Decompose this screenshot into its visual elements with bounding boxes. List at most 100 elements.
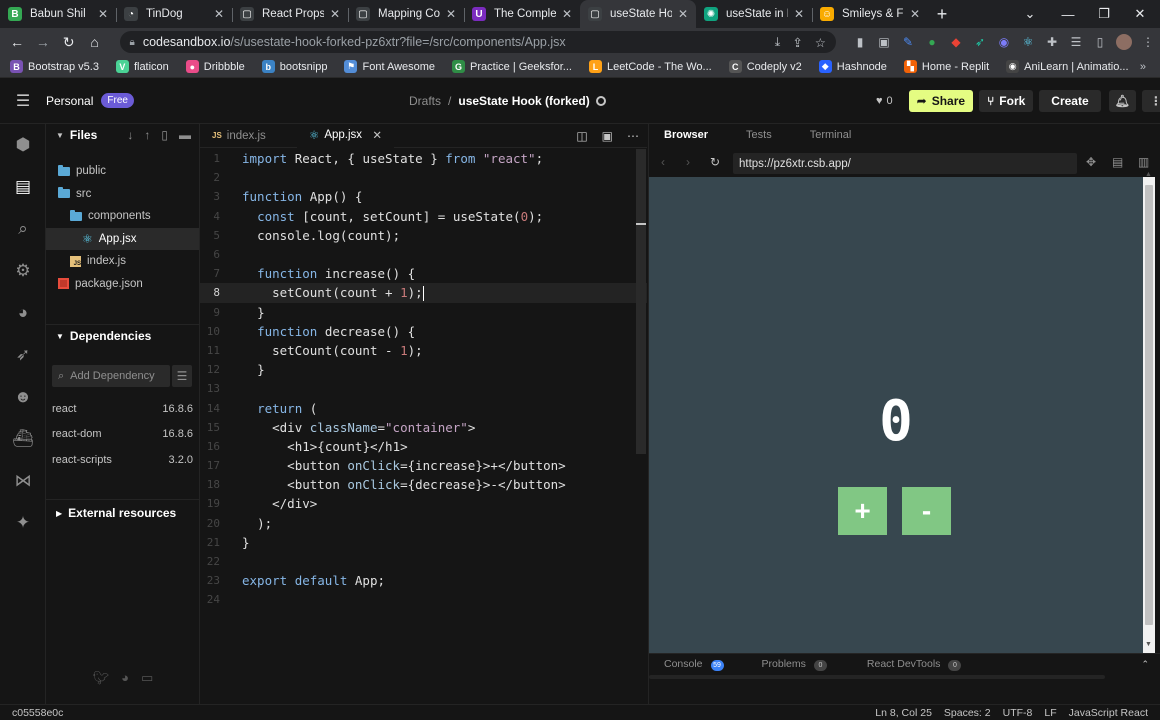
hamburger-icon[interactable]: ☰ xyxy=(0,91,46,111)
new-file-icon[interactable]: ▯ xyxy=(161,128,168,142)
preview-reload-icon[interactable]: ↻ xyxy=(710,155,720,169)
extension-icon[interactable]: ● xyxy=(920,30,944,54)
search-icon[interactable]: ⌕ xyxy=(0,208,46,250)
bookmark-item[interactable]: ▚ Home - Replit xyxy=(903,60,989,73)
maximize-icon[interactable]: ❐ xyxy=(1086,0,1122,28)
close-icon[interactable]: ✕ xyxy=(98,7,108,21)
split-editor-icon[interactable]: ◫ xyxy=(576,129,587,143)
bookmark-item[interactable]: B Bootstrap v5.3 xyxy=(10,60,99,73)
indentation[interactable]: Spaces: 2 xyxy=(944,707,991,719)
close-icon[interactable]: ✕ xyxy=(446,7,456,21)
workspace-name[interactable]: Personal xyxy=(46,94,93,108)
open-new-window-icon[interactable]: ▤ xyxy=(1112,155,1123,169)
close-icon[interactable]: ✕ xyxy=(330,7,340,21)
close-icon[interactable]: ✕ xyxy=(678,7,688,21)
forward-icon[interactable]: → xyxy=(30,29,56,55)
dependencies-header[interactable]: ▼ Dependencies xyxy=(46,325,200,347)
scroll-up-icon[interactable]: ▲ xyxy=(1145,171,1152,178)
scroll-down-icon[interactable]: ▼ xyxy=(1145,641,1152,648)
code-line[interactable]: 12 } xyxy=(200,360,647,379)
create-button[interactable]: Create xyxy=(1039,90,1101,112)
browser-tab[interactable]: ☺ Smileys & F ✕ xyxy=(812,0,928,28)
home-icon[interactable]: ⌂ xyxy=(82,29,108,55)
files-icon[interactable]: ▤ xyxy=(0,166,46,208)
code-line[interactable]: 20 ); xyxy=(200,514,647,533)
line-ending[interactable]: LF xyxy=(1044,707,1056,719)
reading-list-icon[interactable]: ☰ xyxy=(1064,30,1088,54)
cube-icon[interactable]: ⬢ xyxy=(0,124,46,166)
decrease-button[interactable]: - xyxy=(902,487,951,535)
code-line[interactable]: 2 xyxy=(200,168,647,187)
twitter-icon[interactable]: 🐦︎ xyxy=(93,670,110,686)
avatar[interactable] xyxy=(1112,30,1136,54)
code-lines[interactable]: 1 import React, { useState } from "react"… xyxy=(200,149,647,610)
bookmark-item[interactable]: L LeetCode - The Wo... xyxy=(588,60,712,73)
language-mode[interactable]: JavaScript React xyxy=(1069,707,1148,719)
console-tab[interactable]: Console 59 xyxy=(664,658,724,671)
bookmark-item[interactable]: b bootsnipp xyxy=(261,60,327,73)
file-item[interactable]: package.json xyxy=(46,273,199,296)
download-icon[interactable]: ↓ xyxy=(127,128,133,142)
code-line[interactable]: 15 <div className="container"> xyxy=(200,418,647,437)
extension-icon[interactable]: ➶ xyxy=(968,30,992,54)
fork-button[interactable]: ⑂ Fork xyxy=(979,90,1034,112)
browser-tab[interactable]: ◔ TinDog ✕ xyxy=(116,0,232,28)
code-line[interactable]: 21} xyxy=(200,533,647,552)
code-line[interactable]: 3 function App() { xyxy=(200,187,647,206)
menu-dots-icon[interactable]: ⋮ xyxy=(1136,30,1160,54)
extension-icon[interactable]: ✎ xyxy=(896,30,920,54)
folder-item[interactable]: components xyxy=(46,205,199,228)
tab-browser[interactable]: Browser xyxy=(664,129,708,141)
tab-search-icon[interactable]: ⌄ xyxy=(1012,0,1048,28)
github-icon[interactable]: ◕ xyxy=(121,670,129,686)
browser-tab[interactable]: U The Complete ✕ xyxy=(464,0,580,28)
commit-hash[interactable]: c05558e0c xyxy=(12,707,63,719)
add-dependency-input[interactable]: ⌕ Add Dependency xyxy=(52,365,170,387)
browser-tab[interactable]: ▢ useState Hook ✕ xyxy=(580,0,696,28)
problems-tab[interactable]: Problems 0 xyxy=(762,658,827,671)
browser-tab[interactable]: B Babun Shil ✕ xyxy=(0,0,116,28)
tab-tests[interactable]: Tests xyxy=(746,129,772,141)
sandbox-title[interactable]: useState Hook (forked) xyxy=(458,94,589,108)
code-line[interactable]: 11 setCount(count - 1); xyxy=(200,341,647,360)
code-line[interactable]: 9 } xyxy=(200,303,647,322)
upload-icon[interactable]: ↑ xyxy=(144,128,150,142)
preview-toggle-icon[interactable]: ▣ xyxy=(602,129,613,143)
code-line[interactable]: 17 <button onClick={increase}>+</button> xyxy=(200,456,647,475)
sparkle-icon[interactable]: ✦ xyxy=(0,502,46,544)
preview-url-input[interactable]: https://pz6xtr.csb.app/ xyxy=(733,153,1077,174)
close-window-icon[interactable]: ✕ xyxy=(1122,0,1158,28)
files-header[interactable]: ▼ Files ↓ ↑ ▯ ▬ xyxy=(46,124,199,146)
browser-tab[interactable]: ▢ React Props Pra ✕ xyxy=(232,0,348,28)
layout-icon[interactable]: ▥ xyxy=(1138,155,1149,169)
list-icon[interactable]: ☰ xyxy=(172,365,192,387)
code-line[interactable]: 7 function increase() { xyxy=(200,264,647,283)
code-line[interactable]: 18 <button onClick={decrease}>-</button> xyxy=(200,475,647,494)
puzzle-icon[interactable]: ✚ xyxy=(1040,30,1064,54)
side-panel-icon[interactable]: ▯ xyxy=(1088,30,1112,54)
code-line[interactable]: 1 import React, { useState } from "react"… xyxy=(200,149,647,168)
gear-icon[interactable]: ⚙ xyxy=(0,250,46,292)
code-line[interactable]: 6 xyxy=(200,245,647,264)
share-button[interactable]: ➦ Share xyxy=(908,90,974,112)
extension-icon[interactable]: ◆ xyxy=(944,30,968,54)
chevron-up-icon[interactable]: ⌃ xyxy=(1141,659,1149,670)
editor-scrollbar[interactable] xyxy=(636,149,646,454)
close-icon[interactable]: ✕ xyxy=(372,128,382,142)
react-devtools-icon[interactable]: ⚛ xyxy=(1016,30,1040,54)
file-item[interactable]: JS index.js xyxy=(46,250,199,273)
bookmark-item[interactable]: ◆ Hashnode xyxy=(818,60,887,73)
more-icon[interactable]: ⋯ xyxy=(627,129,639,143)
rocket-icon[interactable]: ➶ xyxy=(0,334,46,376)
dependency-row[interactable]: react-dom 16.8.6 xyxy=(46,422,200,448)
breadcrumb-drafts[interactable]: Drafts xyxy=(409,94,441,108)
bookmark-item[interactable]: ◉ AniLearn | Animatio... xyxy=(1006,60,1129,73)
bookmark-item[interactable]: Vflaticon xyxy=(115,60,169,73)
users-icon[interactable]: ☻ xyxy=(0,376,46,418)
reload-icon[interactable]: ↻ xyxy=(56,29,82,55)
bookmark-item[interactable]: G Practice | Geeksfor... xyxy=(452,60,572,73)
close-icon[interactable]: ✕ xyxy=(214,7,224,21)
close-icon[interactable]: ✕ xyxy=(562,7,572,21)
devtools-icon[interactable]: ✥ xyxy=(1086,155,1096,169)
code-line[interactable]: 19 </div> xyxy=(200,494,647,513)
